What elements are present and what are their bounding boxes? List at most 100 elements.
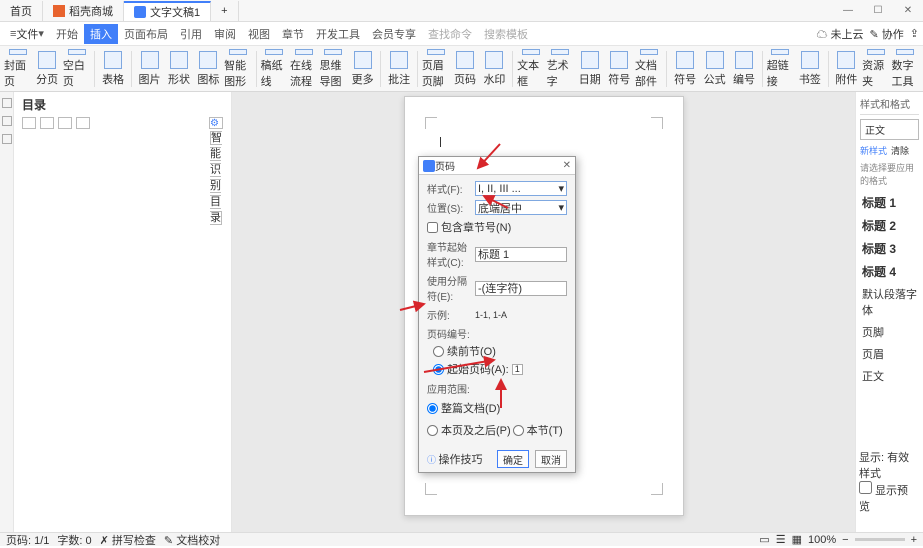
- tab-home[interactable]: 首页: [0, 1, 43, 21]
- ok-button[interactable]: 确定: [497, 450, 529, 468]
- nav-t1-icon[interactable]: [22, 117, 36, 129]
- window-controls: — ☐ ✕: [833, 5, 923, 16]
- ribbon: 封面页 分页 空白页 表格 图片 形状 图标 智能图形 稿纸线 在线流程 思维导…: [0, 46, 923, 92]
- menu-view[interactable]: 视图: [242, 24, 276, 44]
- nav-t4-icon[interactable]: [76, 117, 90, 129]
- rb-mind[interactable]: 思维导图: [319, 49, 346, 89]
- menu-chapter[interactable]: 章节: [276, 24, 310, 44]
- style-h2[interactable]: 标题 2: [860, 214, 919, 237]
- rb-resource[interactable]: 资源夹: [862, 49, 889, 89]
- menu-vip[interactable]: 会员专享: [366, 24, 422, 44]
- rb-flow[interactable]: 在线流程: [290, 49, 317, 89]
- style-header[interactable]: 页眉: [860, 343, 919, 365]
- menu-ref[interactable]: 引用: [174, 24, 208, 44]
- style-h1[interactable]: 标题 1: [860, 191, 919, 214]
- radio-startat[interactable]: [433, 364, 444, 375]
- style-footer[interactable]: 页脚: [860, 321, 919, 343]
- zoom-slider[interactable]: [855, 538, 905, 541]
- radio-from[interactable]: [427, 425, 438, 436]
- style-h3[interactable]: 标题 3: [860, 237, 919, 260]
- nav-smart-link[interactable]: ⚙ 智能识别目录: [209, 117, 223, 129]
- rb-numtool[interactable]: 数字工具: [892, 49, 919, 89]
- position-select[interactable]: 底端居中▾: [475, 200, 567, 215]
- rb-comment[interactable]: 批注: [385, 49, 412, 89]
- rb-pagebreak[interactable]: 分页: [33, 49, 60, 89]
- rb-symbol[interactable]: 符号: [606, 49, 633, 89]
- tab-new[interactable]: +: [211, 1, 238, 21]
- view-print-icon[interactable]: ▭: [759, 533, 769, 546]
- rb-shape[interactable]: 形状: [165, 49, 192, 89]
- rb-number[interactable]: 编号: [730, 49, 757, 89]
- apply-section: 应用范围:: [427, 381, 567, 396]
- coop-button[interactable]: ✎ 协作: [870, 26, 904, 42]
- nav-title: 目录: [22, 96, 223, 113]
- style-default[interactable]: 默认段落字体: [860, 283, 919, 321]
- style-h4[interactable]: 标题 4: [860, 260, 919, 283]
- current-style[interactable]: 正文: [860, 119, 919, 140]
- status-spell[interactable]: ✗ 拼写检查: [100, 532, 156, 548]
- status-page[interactable]: 页码: 1/1: [6, 532, 49, 548]
- share-icon[interactable]: ⇪: [910, 27, 919, 40]
- rb-attach[interactable]: 附件: [833, 49, 860, 89]
- rb-textbox[interactable]: 文本框: [517, 49, 544, 89]
- rb-table[interactable]: 表格: [99, 49, 126, 89]
- menu-dev[interactable]: 开发工具: [310, 24, 366, 44]
- zoom-value[interactable]: 100%: [808, 534, 836, 546]
- minimize-button[interactable]: —: [833, 5, 863, 16]
- view-read-icon[interactable]: ☰: [776, 533, 786, 546]
- preview-check[interactable]: [859, 481, 872, 494]
- maximize-button[interactable]: ☐: [863, 5, 893, 16]
- dialog-close-icon[interactable]: ✕: [563, 160, 571, 171]
- clear-style-link[interactable]: 清除: [891, 144, 909, 157]
- rb-picture[interactable]: 图片: [136, 49, 163, 89]
- rb-icon[interactable]: 图标: [195, 49, 222, 89]
- new-style-link[interactable]: 新样式: [860, 144, 887, 157]
- close-button[interactable]: ✕: [893, 5, 923, 16]
- rb-headerfooter[interactable]: 页眉页脚: [422, 49, 449, 89]
- rail-select-icon[interactable]: [2, 116, 12, 126]
- menu-layout[interactable]: 页面布局: [118, 24, 174, 44]
- rail-hand-icon[interactable]: [2, 134, 12, 144]
- zoom-out-icon[interactable]: −: [842, 534, 848, 546]
- nav-t3-icon[interactable]: [58, 117, 72, 129]
- title-bar: 首页 稻壳商城 文字文稿1 + — ☐ ✕: [0, 0, 923, 22]
- menu-start[interactable]: 开始: [50, 24, 84, 44]
- nav-t2-icon[interactable]: [40, 117, 54, 129]
- status-words[interactable]: 字数: 0: [57, 532, 91, 548]
- radio-whole[interactable]: [427, 403, 438, 414]
- rb-gridline[interactable]: 稿纸线: [261, 49, 288, 89]
- style-select[interactable]: I, II, III ...▾: [475, 181, 567, 196]
- menu-review[interactable]: 审阅: [208, 24, 242, 44]
- rail-nav-icon[interactable]: [2, 98, 12, 108]
- tab-document[interactable]: 文字文稿1: [124, 1, 211, 21]
- rb-wordart[interactable]: 艺术字: [547, 49, 574, 89]
- rb-symbol2[interactable]: 符号: [671, 49, 698, 89]
- view-web-icon[interactable]: ▦: [792, 533, 802, 546]
- rb-cover[interactable]: 封面页: [4, 49, 31, 89]
- start-page-input[interactable]: [512, 364, 523, 375]
- style-body[interactable]: 正文: [860, 365, 919, 387]
- rb-equation[interactable]: 公式: [701, 49, 728, 89]
- rb-blank[interactable]: 空白页: [63, 49, 90, 89]
- menu-findcmd[interactable]: 查找命令: [422, 24, 478, 44]
- radio-this[interactable]: [513, 425, 524, 436]
- rb-smartart[interactable]: 智能图形: [224, 49, 251, 89]
- rb-bookmark[interactable]: 书签: [796, 49, 823, 89]
- menu-searchtpl[interactable]: 搜索模板: [478, 24, 534, 44]
- chapter-checkbox[interactable]: [427, 222, 438, 233]
- rb-more[interactable]: 更多: [349, 49, 376, 89]
- tab-store[interactable]: 稻壳商城: [43, 1, 124, 21]
- radio-continue[interactable]: [433, 346, 444, 357]
- rb-docparts[interactable]: 文档部件: [635, 49, 662, 89]
- zoom-in-icon[interactable]: +: [911, 534, 917, 546]
- rb-link[interactable]: 超链接: [767, 49, 794, 89]
- menu-file[interactable]: ≡ 文件 ▾: [4, 24, 50, 44]
- rb-pagenum[interactable]: 页码: [451, 49, 478, 89]
- tips-link[interactable]: ⓘ 操作技巧: [427, 451, 483, 467]
- rb-date[interactable]: 日期: [576, 49, 603, 89]
- status-docfix[interactable]: ✎ 文档校对: [164, 532, 220, 548]
- rb-watermark[interactable]: 水印: [481, 49, 508, 89]
- menu-insert[interactable]: 插入: [84, 24, 118, 44]
- cloud-status[interactable]: ☁ 未上云: [816, 26, 863, 42]
- cancel-button[interactable]: 取消: [535, 450, 567, 468]
